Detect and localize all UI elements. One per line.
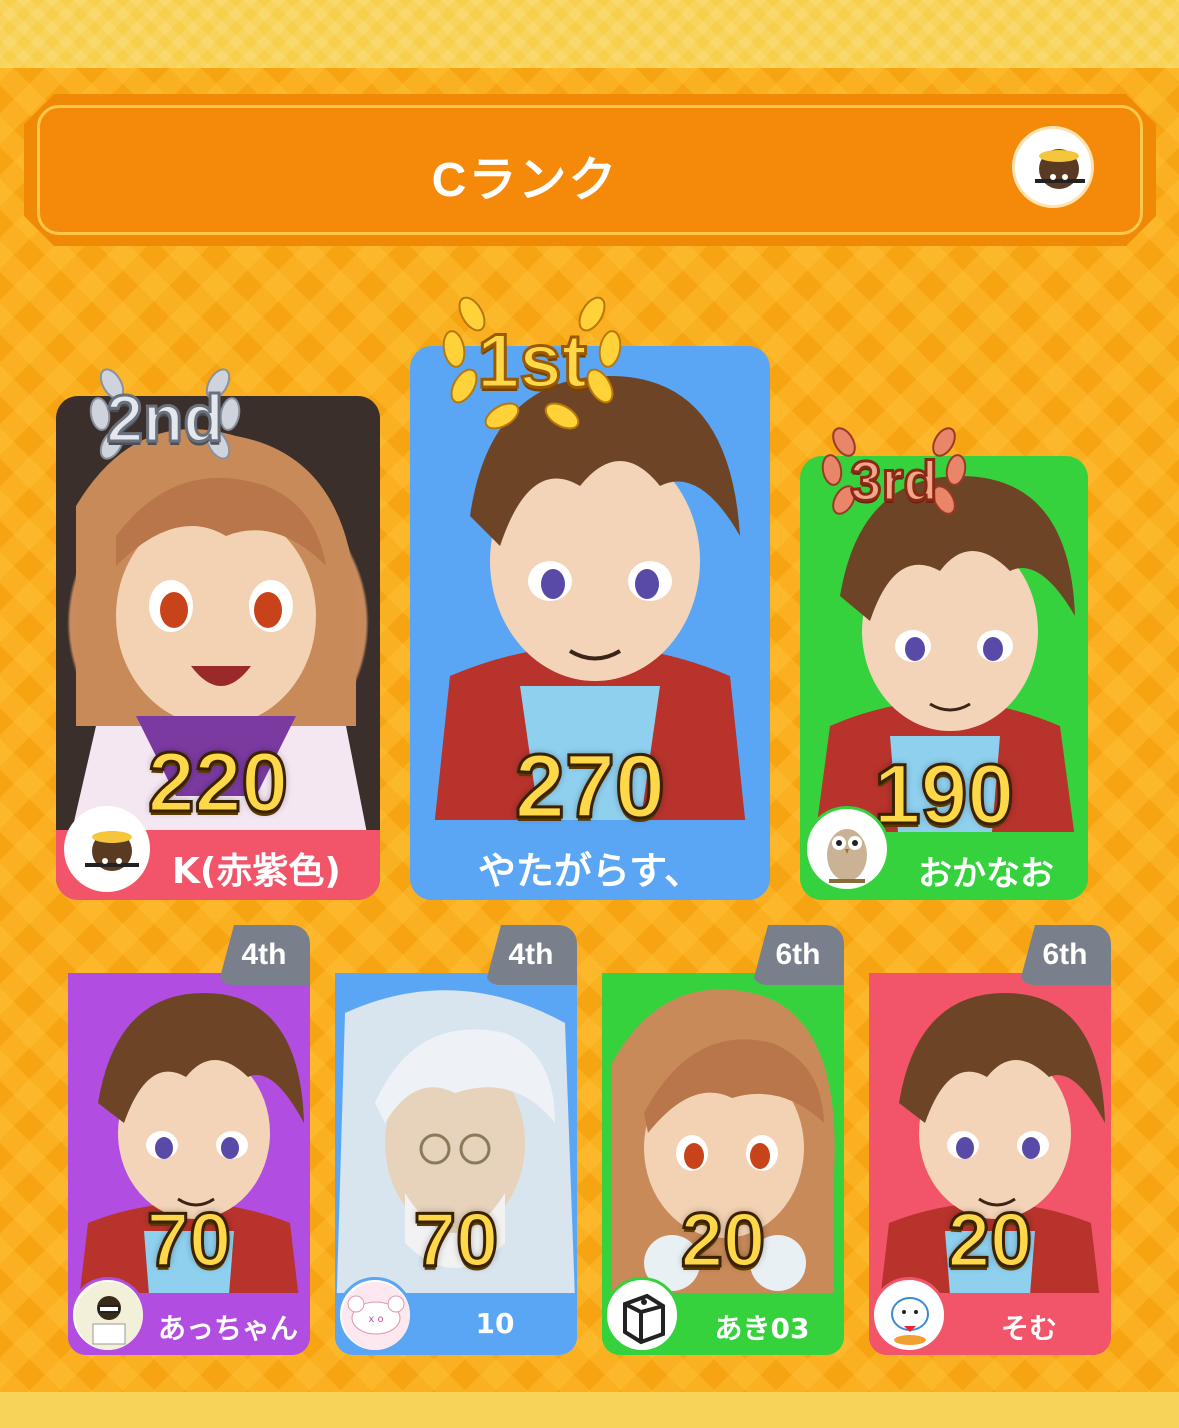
player-avatar [64, 806, 150, 892]
place-badge: 4th [218, 925, 310, 985]
score: 20 [679, 1197, 767, 1285]
ranking-card-6[interactable]: 6th 20 あき03 [602, 925, 844, 1355]
score: 20 [946, 1197, 1034, 1285]
player-avatar [604, 1277, 680, 1353]
place-badge-3rd: 3rd [849, 448, 939, 514]
rank-title: Cランク [431, 154, 619, 207]
bottom-band [0, 1392, 1179, 1428]
top-band [0, 0, 1179, 68]
player-name: あっちゃん [157, 1312, 298, 1345]
place-badge-2nd: 2nd [105, 380, 225, 457]
player-name: おかなお [918, 854, 1054, 894]
place-badge-1st: 1st [476, 318, 589, 406]
ranking-card-5[interactable]: 4th 70 x o 10 [335, 925, 577, 1355]
place-badge: 6th [1019, 925, 1111, 985]
player-avatar [871, 1277, 947, 1353]
score: 70 [412, 1197, 500, 1285]
player-avatar [70, 1277, 146, 1353]
header-user-avatar[interactable] [1012, 126, 1094, 208]
ranking-card-7[interactable]: 6th 20 そむ [869, 925, 1111, 1355]
player-avatar [804, 806, 890, 892]
place-badge: 6th [752, 925, 844, 985]
player-name: やたがらす、 [477, 849, 703, 893]
player-name: K(赤紫色) [172, 851, 341, 892]
place-badge: 4th [485, 925, 577, 985]
player-name: あき03 [714, 1312, 810, 1345]
svg-text:x o: x o [368, 1314, 383, 1325]
score: 70 [145, 1197, 233, 1285]
player-name: 10 [475, 1307, 515, 1340]
player-name: そむ [1000, 1312, 1057, 1345]
player-avatar: x o [337, 1277, 413, 1353]
owl-icon [827, 829, 867, 883]
ranking-card-4[interactable]: 4th 70 あっちゃん [68, 925, 310, 1355]
score: 270 [513, 736, 666, 839]
